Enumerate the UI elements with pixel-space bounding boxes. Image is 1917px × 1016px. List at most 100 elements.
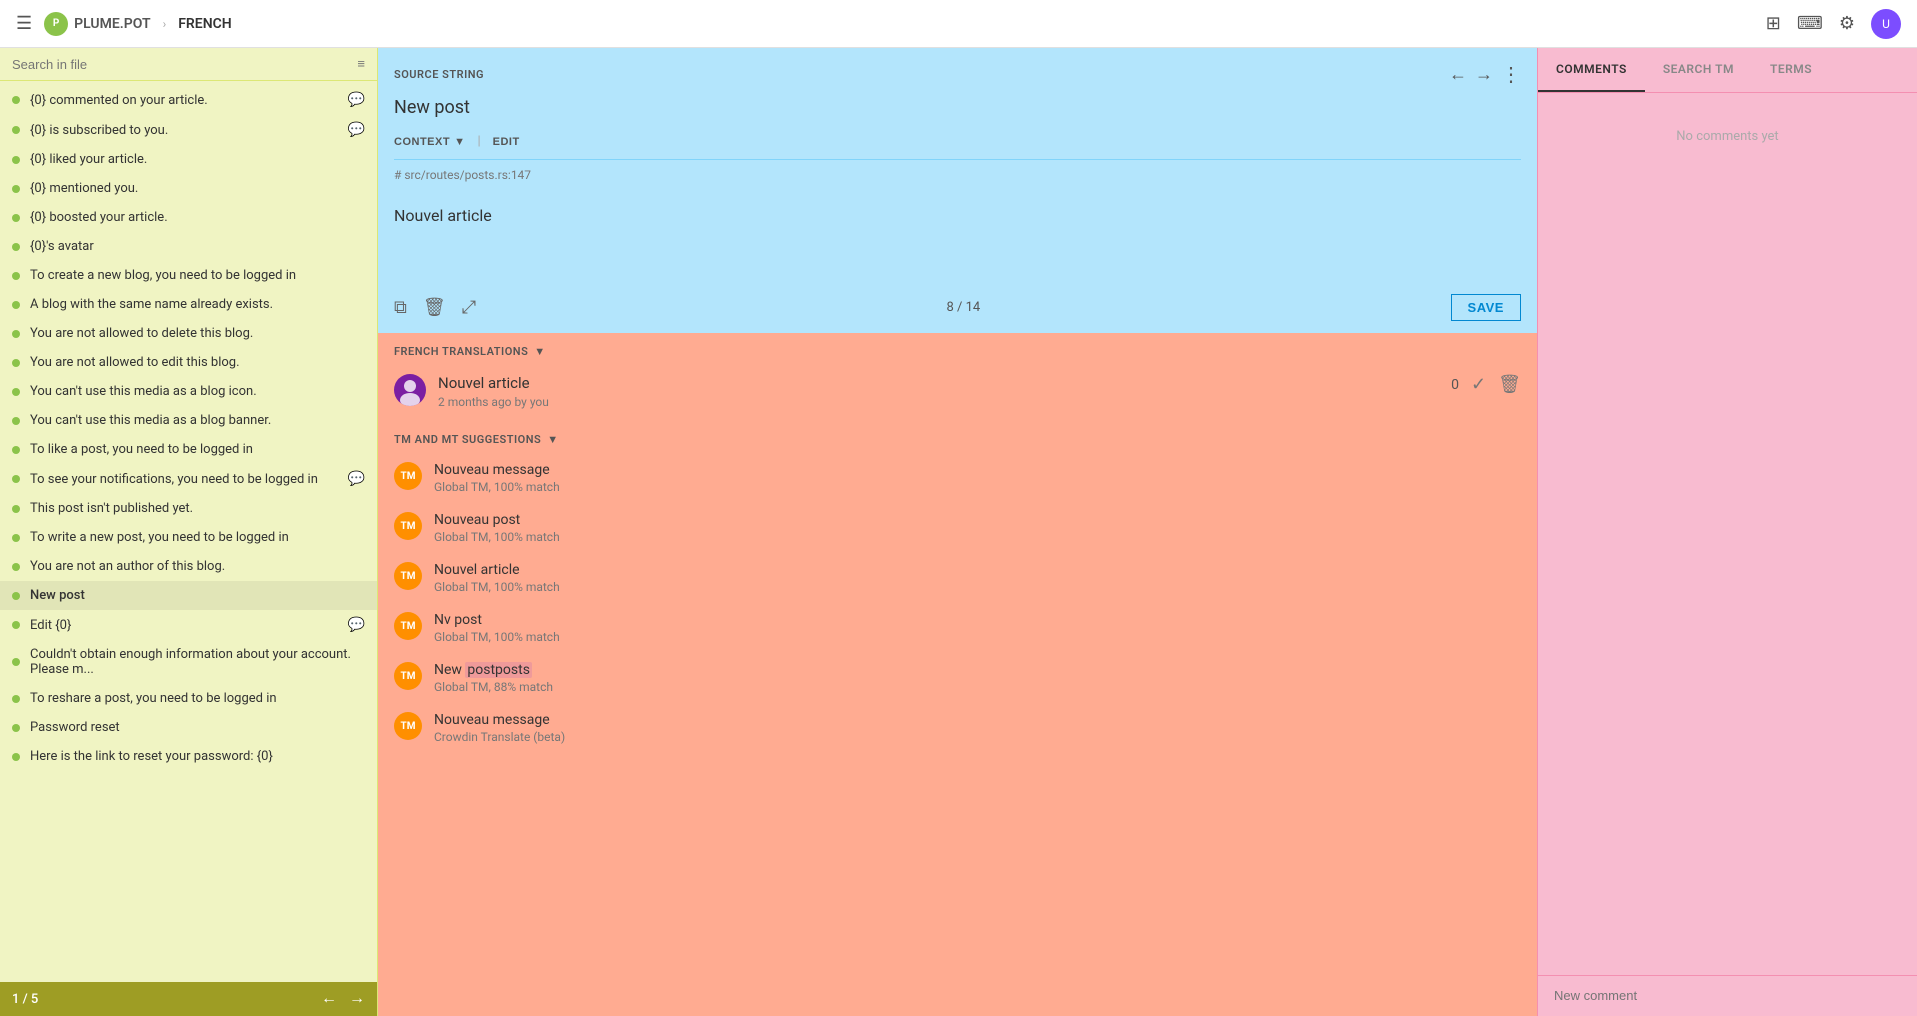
translation-text: Nouvel article xyxy=(438,374,1439,392)
menu-icon[interactable]: ☰ xyxy=(16,13,32,34)
suggestions-header: TM AND MT SUGGESTIONS ▼ xyxy=(378,421,1537,454)
status-dot xyxy=(12,359,20,367)
brand: P PLUME.POT xyxy=(44,12,150,36)
list-item[interactable]: {0}'s avatar xyxy=(0,232,377,261)
list-item[interactable]: A blog with the same name already exists… xyxy=(0,290,377,319)
suggestion-source: Crowdin Translate (beta) xyxy=(434,730,1521,744)
list-item[interactable]: To create a new blog, you need to be log… xyxy=(0,261,377,290)
main-layout: ≡ {0} commented on your article. 💬 {0} i… xyxy=(0,48,1917,1016)
more-options-button[interactable]: ⋮ xyxy=(1501,62,1521,87)
list-item[interactable]: You are not allowed to delete this blog. xyxy=(0,319,377,348)
suggestion-item[interactable]: TM New postposts Global TM, 88% match xyxy=(378,654,1537,704)
french-translations-list: Nouvel article 2 months ago by you 0 ✓ 🗑 xyxy=(378,366,1537,421)
list-item[interactable]: {0} liked your article. xyxy=(0,145,377,174)
search-input[interactable] xyxy=(12,57,349,72)
page-info: 1 / 5 xyxy=(12,992,38,1007)
project-name: FRENCH xyxy=(178,16,231,32)
suggestion-item[interactable]: TM Nv post Global TM, 100% match xyxy=(378,604,1537,654)
suggestion-item[interactable]: TM Nouveau post Global TM, 100% match xyxy=(378,504,1537,554)
item-text: To see your notifications, you need to b… xyxy=(30,472,342,487)
status-dot xyxy=(12,214,20,222)
item-text: To write a new post, you need to be logg… xyxy=(30,530,365,545)
list-item[interactable]: {0} boosted your article. xyxy=(0,203,377,232)
grid-view-icon[interactable]: ⊞ xyxy=(1766,13,1781,34)
save-button[interactable]: SAVE xyxy=(1451,294,1521,321)
list-item[interactable]: Here is the link to reset your password:… xyxy=(0,742,377,771)
expand-button[interactable]: ⤢ xyxy=(462,297,476,318)
list-item[interactable]: {0} is subscribed to you. 💬 xyxy=(0,115,377,145)
translation-content: Nouvel article 2 months ago by you xyxy=(438,374,1439,409)
status-dot xyxy=(12,126,20,134)
status-dot xyxy=(12,272,20,280)
no-comments-text: No comments yet xyxy=(1554,129,1901,144)
list-item[interactable]: To reshare a post, you need to be logged… xyxy=(0,684,377,713)
item-text: This post isn't published yet. xyxy=(30,501,365,516)
list-item[interactable]: To see your notifications, you need to b… xyxy=(0,464,377,494)
delete-translation-button[interactable]: 🗑 xyxy=(1498,374,1521,395)
list-item[interactable]: You are not allowed to edit this blog. xyxy=(0,348,377,377)
engine-icon: TM xyxy=(394,562,422,590)
status-dot xyxy=(12,534,20,542)
status-dot xyxy=(12,330,20,338)
status-dot xyxy=(12,446,20,454)
next-string-button[interactable]: → xyxy=(1475,64,1493,85)
status-dot xyxy=(12,695,20,703)
user-avatar xyxy=(394,374,426,406)
french-translations-header: FRENCH TRANSLATIONS ▼ xyxy=(378,333,1537,366)
approve-button[interactable]: ✓ xyxy=(1471,374,1486,395)
suggestion-source: Global TM, 88% match xyxy=(434,680,1521,694)
suggestion-item[interactable]: TM Nouvel article Global TM, 100% match xyxy=(378,554,1537,604)
prev-string-button[interactable]: ← xyxy=(1449,64,1467,85)
status-dot xyxy=(12,505,20,513)
list-item[interactable]: You can't use this media as a blog icon. xyxy=(0,377,377,406)
vote-count: 0 xyxy=(1451,377,1459,393)
tab-terms[interactable]: TERMS xyxy=(1752,48,1830,92)
list-item[interactable]: You are not an author of this blog. xyxy=(0,552,377,581)
clear-translation-button[interactable]: 🗑 xyxy=(423,297,446,318)
source-path: # src/routes/posts.rs:147 xyxy=(378,160,1537,190)
suggestion-source: Global TM, 100% match xyxy=(434,480,1521,494)
list-item[interactable]: {0} commented on your article. 💬 xyxy=(0,85,377,115)
search-bar: ≡ xyxy=(0,48,377,81)
suggestion-content: Nouveau message Global TM, 100% match xyxy=(434,462,1521,494)
translation-input[interactable]: Nouvel article xyxy=(394,206,1521,266)
tab-comments[interactable]: COMMENTS xyxy=(1538,48,1645,92)
breadcrumb-chevron: › xyxy=(163,17,167,31)
list-item[interactable]: You can't use this media as a blog banne… xyxy=(0,406,377,435)
suggestion-item[interactable]: TM Nouveau message Global TM, 100% match xyxy=(378,454,1537,504)
list-item[interactable]: New post xyxy=(0,581,377,610)
copy-source-button[interactable]: ⧉ xyxy=(394,297,407,318)
list-item[interactable]: Edit {0} 💬 xyxy=(0,610,377,640)
filter-icon[interactable]: ≡ xyxy=(357,56,365,72)
comment-icon: 💬 xyxy=(348,471,365,487)
list-item[interactable]: {0} mentioned you. xyxy=(0,174,377,203)
item-text: You are not allowed to edit this blog. xyxy=(30,355,365,370)
settings-icon[interactable]: ⚙ xyxy=(1839,13,1855,34)
suggestion-source: Global TM, 100% match xyxy=(434,580,1521,594)
string-list: {0} commented on your article. 💬 {0} is … xyxy=(0,81,377,982)
item-text: A blog with the same name already exists… xyxy=(30,297,365,312)
prev-page-button[interactable]: ← xyxy=(321,990,337,1008)
list-item[interactable]: Password reset xyxy=(0,713,377,742)
next-page-button[interactable]: → xyxy=(349,990,365,1008)
list-item[interactable]: Couldn't obtain enough information about… xyxy=(0,640,377,684)
list-item[interactable]: To write a new post, you need to be logg… xyxy=(0,523,377,552)
tab-search-tm[interactable]: SEARCH TM xyxy=(1645,48,1752,92)
item-text: {0} liked your article. xyxy=(30,152,365,167)
suggestion-text: New postposts xyxy=(434,662,1521,678)
item-text: You are not allowed to delete this blog. xyxy=(30,326,365,341)
new-comment-input[interactable] xyxy=(1554,988,1901,1003)
suggestion-item[interactable]: TM Nouveau message Crowdin Translate (be… xyxy=(378,704,1537,754)
suggestion-text: Nouveau message xyxy=(434,712,1521,728)
item-text: New post xyxy=(30,588,365,603)
user-avatar[interactable]: U xyxy=(1871,9,1901,39)
engine-icon: TM xyxy=(394,512,422,540)
list-item[interactable]: This post isn't published yet. xyxy=(0,494,377,523)
item-text: {0}'s avatar xyxy=(30,239,365,254)
keyboard-icon[interactable]: ⌨ xyxy=(1797,13,1823,34)
edit-button[interactable]: EDIT xyxy=(493,136,520,148)
item-text: Here is the link to reset your password:… xyxy=(30,749,365,764)
list-item[interactable]: To like a post, you need to be logged in xyxy=(0,435,377,464)
status-dot xyxy=(12,724,20,732)
context-button[interactable]: CONTEXT ▼ xyxy=(394,136,465,148)
